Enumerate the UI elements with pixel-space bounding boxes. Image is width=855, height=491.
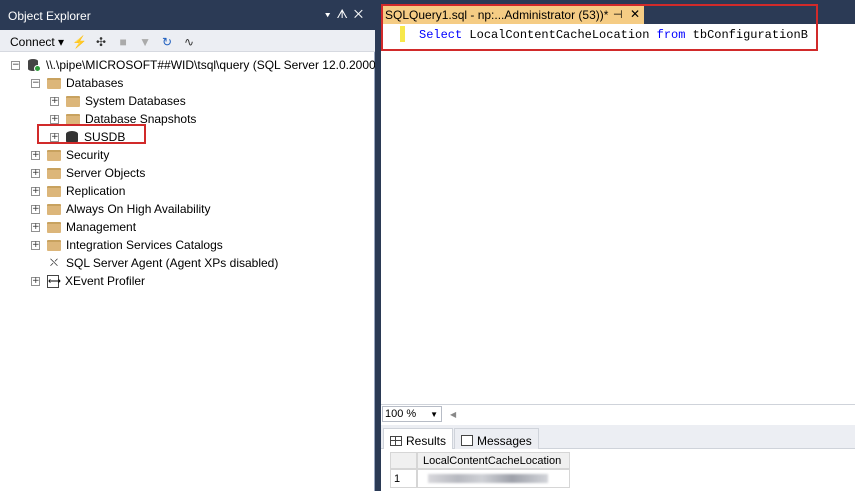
always-on-label: Always On High Availability [66,202,211,216]
expand-icon[interactable]: + [31,186,40,196]
expand-icon[interactable]: + [31,222,40,232]
tree-node-server-objects[interactable]: + Server Objects [31,164,145,182]
collapse-icon[interactable]: − [31,78,40,88]
refresh-icon[interactable]: ↻ [160,35,174,49]
replication-label: Replication [66,184,126,198]
expand-icon[interactable]: + [31,168,40,178]
tree-node-xevent[interactable]: + ⟷ XEvent Profiler [31,272,145,290]
folder-icon [66,113,80,125]
query-highlight-box [381,4,818,51]
tree-node-databases[interactable]: − Databases [31,74,123,92]
query-editor-panel: SQLQuery1.sql - np:...Administrator (53)… [381,0,855,491]
folder-icon [47,239,61,251]
filter-icon[interactable]: ▼ [138,35,152,49]
redacted-value [428,474,548,483]
grid-corner[interactable] [390,452,417,469]
close-icon[interactable]: ✕ [354,7,369,21]
server-icon [27,58,41,72]
editor-status-bar: 100 % ▼ ◀ [381,404,855,423]
server-objects-label: Server Objects [66,166,146,180]
zoom-select[interactable]: 100 % ▼ [382,406,442,422]
disconnect-icon[interactable]: ✣ [94,35,108,49]
stop-icon[interactable]: ■ [116,35,130,49]
expand-icon[interactable]: + [31,204,40,214]
folder-icon [66,95,80,107]
integration-services-label: Integration Services Catalogs [66,238,223,252]
tree-node-management[interactable]: + Management [31,218,136,236]
tree-node-server[interactable]: − \\.\pipe\MICROSOFT##WID\tsql\query (SQ… [11,56,379,74]
tree-node-system-databases[interactable]: + System Databases [50,92,186,110]
result-cell[interactable] [417,469,570,488]
folder-icon [47,221,61,233]
expand-icon[interactable]: + [31,276,40,286]
grid-icon [390,435,402,446]
system-databases-label: System Databases [85,94,186,108]
expand-icon[interactable]: + [50,96,59,106]
tab-messages[interactable]: Messages [454,428,539,449]
pin-icon[interactable]: ᗑ [337,7,354,21]
folder-icon [47,167,61,179]
scroll-left-icon[interactable]: ◀ [450,410,456,419]
ssms-window: Object Explorer ▾ᗑ✕ Connect ▾ ⚡ ✣ ■ ▼ ↻ … [0,0,855,491]
tree-node-sql-agent[interactable]: ⛌ SQL Server Agent (Agent XPs disabled) [47,254,278,272]
activity-monitor-icon[interactable]: ∿ [182,35,196,49]
collapse-icon[interactable]: − [11,60,20,70]
tree-node-always-on[interactable]: + Always On High Availability [31,200,211,218]
object-explorer-title: Object Explorer [8,9,91,23]
messages-icon [461,435,473,446]
connect-button[interactable]: Connect ▾ [10,35,64,49]
tree-node-security[interactable]: + Security [31,146,109,164]
folder-icon [47,185,61,197]
tab-messages-label: Messages [477,433,532,448]
object-explorer-title-bar: Object Explorer ▾ᗑ✕ [0,0,375,30]
results-tab-bar: Results Messages [381,425,855,449]
security-label: Security [66,148,110,162]
tree-node-integration-services[interactable]: + Integration Services Catalogs [31,236,223,254]
folder-icon [47,149,61,161]
management-label: Management [66,220,137,234]
tab-results[interactable]: Results [383,428,454,449]
sql-agent-label: SQL Server Agent (Agent XPs disabled) [66,256,279,270]
object-explorer-panel: Object Explorer ▾ᗑ✕ Connect ▾ ⚡ ✣ ■ ▼ ↻ … [0,0,379,491]
zoom-value: 100 % [385,408,417,420]
folder-icon [47,77,61,89]
object-explorer-toolbar: Connect ▾ ⚡ ✣ ■ ▼ ↻ ∿ [0,30,375,52]
dropdown-icon[interactable]: ▾ [325,7,337,21]
tab-results-label: Results [406,433,447,448]
expand-icon[interactable]: + [31,240,40,250]
xevent-label: XEvent Profiler [65,274,146,288]
folder-icon [47,203,61,215]
column-header[interactable]: LocalContentCacheLocation [417,452,570,469]
connect-icon[interactable]: ⚡ [72,35,87,49]
query-text-area[interactable]: Select LocalContentCacheLocation from tb… [381,24,855,404]
expand-icon[interactable]: + [31,150,40,160]
agent-disabled-icon: ⛌ [49,257,59,269]
susdb-highlight-box [37,124,146,144]
server-label: \\.\pipe\MICROSOFT##WID\tsql\query (SQL … [46,58,380,72]
results-grid: LocalContentCacheLocation 1 [381,449,855,491]
expand-icon[interactable]: + [50,114,59,124]
object-explorer-tree: − \\.\pipe\MICROSOFT##WID\tsql\query (SQ… [0,52,379,491]
chevron-down-icon: ▼ [430,409,438,419]
xevent-icon: ⟷ [47,274,61,288]
panel-controls[interactable]: ▾ᗑ✕ [325,7,369,22]
tree-node-replication[interactable]: + Replication [31,182,125,200]
databases-label: Databases [66,76,124,90]
row-number[interactable]: 1 [390,469,417,488]
